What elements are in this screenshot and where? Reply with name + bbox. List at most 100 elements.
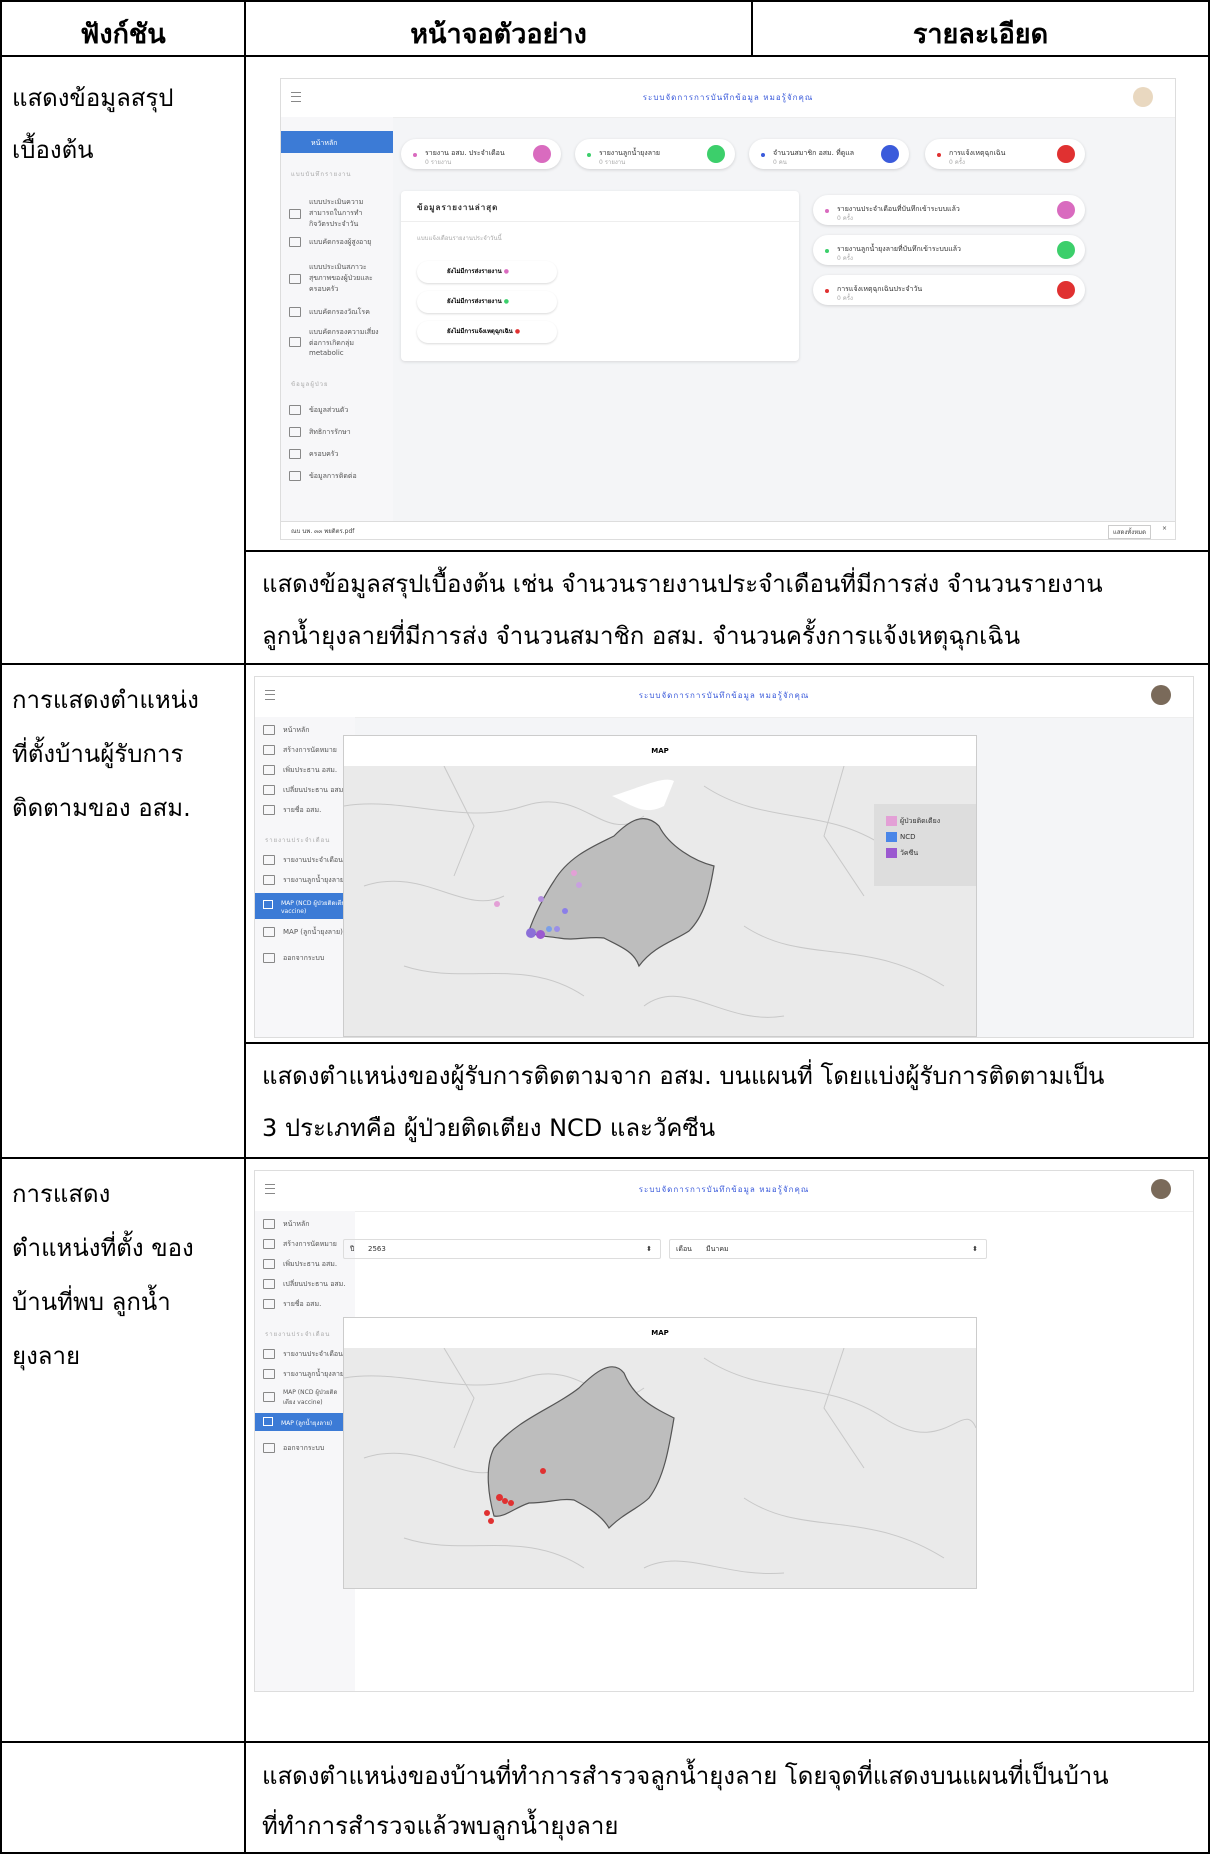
- swap-icon: [263, 1279, 275, 1289]
- card-larvae-saved[interactable]: รายงานลูกน้ำยุงลายที่บันทึกเข้าระบบแล้ว 0…: [813, 235, 1085, 265]
- avatar: [1151, 685, 1171, 705]
- sidebar-item-personal[interactable]: ข้อมูลส่วนตัว: [289, 405, 348, 416]
- map-marker[interactable]: [508, 1500, 514, 1506]
- map-marker[interactable]: [488, 1518, 494, 1524]
- map-ncd-panel[interactable]: MAP ผู้ป่วยติดเตียง NCD วัคซีน: [343, 735, 977, 1037]
- sidebar-item-add-chair[interactable]: เพิ่มประธาน อสม.: [263, 1259, 337, 1270]
- sidebar-item-map-ncd[interactable]: MAP (NCD ผู้ป่วยติดเตียง vaccine): [263, 1387, 343, 1407]
- latest-item-2[interactable]: ยังไม่มีการส่งรายงาน ●: [417, 291, 557, 313]
- table-border-top: [0, 0, 1210, 2]
- sidebar: หน้าหลัก สร้างการนัดหมาย เพิ่มประธาน อสม…: [255, 717, 359, 1037]
- map-marker[interactable]: [571, 870, 577, 876]
- report-icon: [1057, 241, 1075, 259]
- users-icon: [881, 145, 899, 163]
- map-marker[interactable]: [576, 882, 582, 888]
- app-title: ระบบจัดการการบันทึกข้อมูล หมอรู้จักคุณ: [642, 93, 814, 102]
- sidebar-section-patient: ข้อมูลผู้ป่วย: [291, 381, 329, 388]
- latest-reports-panel: ข้อมูลรายงานล่าสุด แบบแจ้งเตือนรายงานประ…: [401, 191, 799, 361]
- card-monthly-reports[interactable]: รายงาน อสม. ประจำเดือน 0 รายงาน: [401, 139, 561, 169]
- sidebar-section-monthly: รายงานประจำเดือน: [265, 837, 331, 844]
- sidebar-item-map-larvae[interactable]: MAP (ลูกน้ำยุงลาย): [263, 927, 343, 938]
- map-marker[interactable]: [494, 901, 500, 907]
- sidebar-item-home[interactable]: หน้าหลัก: [281, 131, 393, 153]
- sidebar-item-change-chair[interactable]: เปลี่ยนประธาน อสม.: [263, 1279, 346, 1290]
- sidebar-item-logout[interactable]: ออกจากระบบ: [263, 1443, 324, 1454]
- sidebar-item-rights[interactable]: สิทธิการรักษา: [289, 427, 351, 438]
- table-border-left: [0, 0, 2, 1854]
- card-monthly-saved[interactable]: รายงานประจำเดือนที่บันทึกเข้าระบบแล้ว 0 ค…: [813, 195, 1085, 225]
- sidebar-section-monthly: รายงานประจำเดือน: [265, 1331, 331, 1338]
- sidebar-item-monthly[interactable]: รายงานประจำเดือน: [263, 1349, 343, 1360]
- card-members[interactable]: จำนวนสมาชิก อสม. ที่ดูแล 0 คน: [749, 139, 909, 169]
- download-file[interactable]: ณบ นพ. ๓๓ พยดิตร.pdf: [291, 526, 354, 536]
- sidebar: หน้าหลัก สร้างการนัดหมาย เพิ่มประธาน อสม…: [255, 1211, 359, 1691]
- sidebar-item-logout[interactable]: ออกจากระบบ: [263, 953, 324, 964]
- sidebar-item-change-chair[interactable]: เปลี่ยนประธาน อสม.: [263, 785, 346, 796]
- year-select[interactable]: ปี 2563 ⬍: [343, 1239, 661, 1259]
- sidebar-item-home[interactable]: หน้าหลัก: [263, 725, 309, 736]
- map-marker[interactable]: [484, 1510, 490, 1516]
- row3-function-line3: บ้านที่พบ ลูกน้ำ: [12, 1288, 171, 1316]
- map-marker[interactable]: [546, 926, 552, 932]
- show-all-button[interactable]: แสดงทั้งหมด: [1107, 525, 1151, 539]
- app-topbar: ระบบจัดการการบันทึกข้อมูล หมอรู้จักคุณ: [281, 79, 1175, 118]
- sidebar-item-list[interactable]: รายชื่อ อสม.: [263, 1299, 321, 1310]
- sidebar-item-home[interactable]: หน้าหลัก: [263, 1219, 309, 1230]
- sidebar-item-contact[interactable]: ข้อมูลการติดต่อ: [289, 471, 357, 482]
- map-legend: ผู้ป่วยติดเตียง NCD วัคซีน: [874, 804, 976, 886]
- map-marker[interactable]: [536, 930, 545, 939]
- card-larvae-reports[interactable]: รายงานลูกน้ำยุงลาย 0 รายงาน: [575, 139, 735, 169]
- header-function: ฟังก์ชัน: [80, 19, 166, 50]
- month-select[interactable]: เดือน มีนาคม ⬍: [669, 1239, 987, 1259]
- map-marker[interactable]: [526, 928, 536, 938]
- row3-function-line2: ตำแหน่งที่ตั้ง ของ: [12, 1234, 194, 1262]
- map-title: MAP: [344, 736, 976, 766]
- logout-icon: [263, 1443, 275, 1453]
- district-shape: [487, 1366, 675, 1529]
- report-icon: [1057, 201, 1075, 219]
- sidebar-item-family[interactable]: ครอบครัว: [289, 449, 338, 460]
- close-icon[interactable]: ×: [1162, 525, 1167, 532]
- latest-item-3[interactable]: ยังไม่มีการแจ้งเหตุฉุกเฉิน ●: [417, 321, 557, 343]
- map-larvae-panel[interactable]: MAP: [343, 1317, 977, 1589]
- report-icon: [263, 1349, 275, 1359]
- sidebar-item-larvae[interactable]: รายงานลูกน้ำยุงลาย: [263, 875, 344, 886]
- map-marker[interactable]: [554, 926, 560, 932]
- map-marker[interactable]: [562, 908, 568, 914]
- sidebar-item-elderly[interactable]: แบบคัดกรองผู้สูงอายุ: [289, 237, 371, 248]
- sidebar-item-add-chair[interactable]: เพิ่มประธาน อสม.: [263, 765, 337, 776]
- latest-title: ข้อมูลรายงานล่าสุด: [417, 203, 499, 212]
- map-title: MAP: [344, 1318, 976, 1348]
- sidebar-item-tb[interactable]: แบบคัดกรองวัณโรค: [289, 307, 370, 318]
- home-icon: [263, 745, 275, 755]
- card-emergency-daily[interactable]: การแจ้งเหตุฉุกเฉินประจำวัน 0 ครั้ง: [813, 275, 1085, 305]
- sidebar-item-larvae[interactable]: รายงานลูกน้ำยุงลาย: [263, 1369, 344, 1380]
- logout-icon: [263, 953, 275, 963]
- sidebar-item-metabolic[interactable]: แบบคัดกรองความเสี่ยงต่อการเกิดกลุ่ม meta…: [289, 327, 379, 357]
- sidebar-item-monthly[interactable]: รายงานประจำเดือน: [263, 855, 343, 866]
- map-larvae-screenshot: ระบบจัดการการบันทึกข้อมูล หมอรู้จักคุณ ห…: [254, 1170, 1194, 1692]
- clipboard-icon: [263, 1369, 275, 1379]
- map-marker[interactable]: [540, 1468, 546, 1474]
- sidebar: หน้าหลัก แบบบันทึกรายงาน แบบประเมินความส…: [281, 117, 393, 539]
- card-emergency[interactable]: การแจ้งเหตุฉุกเฉิน 0 ครั้ง: [925, 139, 1085, 169]
- col-divider-1: [244, 0, 246, 1854]
- row2-border: [0, 1157, 1210, 1159]
- row3-function-line1: การแสดง: [12, 1180, 111, 1208]
- latest-item-1[interactable]: ยังไม่มีการส่งรายงาน ●: [417, 261, 557, 283]
- sidebar-item-health[interactable]: แบบประเมินสภาวะสุขภาพของผู้ป่วยและครอบคร…: [289, 262, 379, 295]
- sidebar-item-list[interactable]: รายชื่อ อสม.: [263, 805, 321, 816]
- map-marker[interactable]: [538, 896, 544, 902]
- avatar: [1151, 1179, 1171, 1199]
- row2-function-line2: ที่ตั้งบ้านผู้รับการ: [12, 740, 184, 768]
- sidebar-section-reports: แบบบันทึกรายงาน: [291, 171, 352, 178]
- sidebar-item-appointment[interactable]: สร้างการนัดหมาย: [263, 1239, 337, 1250]
- alert-icon: [1057, 281, 1075, 299]
- map-ncd-screenshot: ระบบจัดการการบันทึกข้อมูล หมอรู้จักคุณ ห…: [254, 676, 1194, 1038]
- legend-ncd: NCD: [886, 832, 916, 842]
- sidebar-item-appointment[interactable]: สร้างการนัดหมาย: [263, 745, 337, 756]
- sidebar-item-adl[interactable]: แบบประเมินความสามารถในการทำกิจวัตรประจำว…: [289, 197, 379, 230]
- avatar: [1133, 87, 1153, 107]
- users-icon: [263, 1299, 275, 1309]
- home-icon: [289, 427, 301, 437]
